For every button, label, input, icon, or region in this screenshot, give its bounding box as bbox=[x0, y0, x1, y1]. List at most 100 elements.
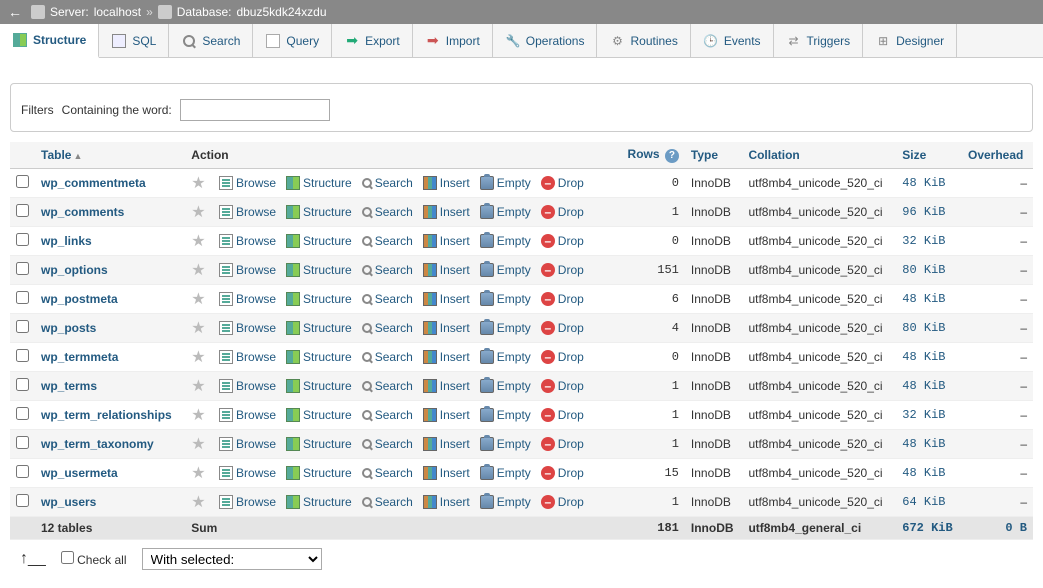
favorite-star-icon[interactable]: ★ bbox=[191, 320, 205, 337]
insert-link[interactable]: Insert bbox=[440, 466, 470, 480]
tab-search[interactable]: Search bbox=[169, 24, 253, 57]
structure-link[interactable]: Structure bbox=[303, 495, 352, 509]
structure-link[interactable]: Structure bbox=[303, 176, 352, 190]
favorite-star-icon[interactable]: ★ bbox=[191, 233, 205, 250]
tab-export[interactable]: ➡Export bbox=[332, 24, 413, 57]
table-name-link[interactable]: wp_links bbox=[41, 234, 92, 248]
empty-link[interactable]: Empty bbox=[497, 205, 531, 219]
col-collation[interactable]: Collation bbox=[742, 142, 896, 168]
search-link[interactable]: Search bbox=[375, 466, 413, 480]
table-name-link[interactable]: wp_termmeta bbox=[41, 350, 118, 364]
table-name-link[interactable]: wp_posts bbox=[41, 321, 96, 335]
search-link[interactable]: Search bbox=[375, 321, 413, 335]
empty-link[interactable]: Empty bbox=[497, 466, 531, 480]
drop-link[interactable]: Drop bbox=[558, 292, 584, 306]
row-checkbox[interactable] bbox=[16, 494, 29, 507]
database-link[interactable]: dbuz5kdk24xzdu bbox=[236, 5, 326, 19]
empty-link[interactable]: Empty bbox=[497, 350, 531, 364]
back-arrow-icon[interactable]: ← bbox=[8, 4, 22, 20]
check-all-checkbox[interactable] bbox=[61, 551, 74, 564]
structure-link[interactable]: Structure bbox=[303, 408, 352, 422]
browse-link[interactable]: Browse bbox=[236, 379, 276, 393]
browse-link[interactable]: Browse bbox=[236, 176, 276, 190]
browse-link[interactable]: Browse bbox=[236, 437, 276, 451]
favorite-star-icon[interactable]: ★ bbox=[191, 494, 205, 511]
drop-link[interactable]: Drop bbox=[558, 379, 584, 393]
row-checkbox[interactable] bbox=[16, 349, 29, 362]
browse-link[interactable]: Browse bbox=[236, 350, 276, 364]
table-name-link[interactable]: wp_users bbox=[41, 495, 96, 509]
drop-link[interactable]: Drop bbox=[558, 408, 584, 422]
tab-operations[interactable]: 🔧Operations bbox=[493, 24, 598, 57]
favorite-star-icon[interactable]: ★ bbox=[191, 291, 205, 308]
empty-link[interactable]: Empty bbox=[497, 379, 531, 393]
row-checkbox[interactable] bbox=[16, 204, 29, 217]
table-name-link[interactable]: wp_options bbox=[41, 263, 108, 277]
row-checkbox[interactable] bbox=[16, 436, 29, 449]
structure-link[interactable]: Structure bbox=[303, 234, 352, 248]
favorite-star-icon[interactable]: ★ bbox=[191, 204, 205, 221]
row-checkbox[interactable] bbox=[16, 291, 29, 304]
insert-link[interactable]: Insert bbox=[440, 350, 470, 364]
search-link[interactable]: Search bbox=[375, 495, 413, 509]
tab-query[interactable]: Query bbox=[253, 24, 332, 57]
help-icon[interactable]: ? bbox=[665, 149, 679, 163]
insert-link[interactable]: Insert bbox=[440, 437, 470, 451]
search-link[interactable]: Search bbox=[375, 292, 413, 306]
favorite-star-icon[interactable]: ★ bbox=[191, 175, 205, 192]
filter-input[interactable] bbox=[180, 99, 330, 121]
table-name-link[interactable]: wp_commentmeta bbox=[41, 176, 146, 190]
browse-link[interactable]: Browse bbox=[236, 321, 276, 335]
drop-link[interactable]: Drop bbox=[558, 466, 584, 480]
empty-link[interactable]: Empty bbox=[497, 321, 531, 335]
drop-link[interactable]: Drop bbox=[558, 321, 584, 335]
insert-link[interactable]: Insert bbox=[440, 176, 470, 190]
browse-link[interactable]: Browse bbox=[236, 234, 276, 248]
row-checkbox[interactable] bbox=[16, 465, 29, 478]
row-checkbox[interactable] bbox=[16, 378, 29, 391]
insert-link[interactable]: Insert bbox=[440, 205, 470, 219]
favorite-star-icon[interactable]: ★ bbox=[191, 378, 205, 395]
empty-link[interactable]: Empty bbox=[497, 234, 531, 248]
structure-link[interactable]: Structure bbox=[303, 437, 352, 451]
tab-sql[interactable]: SQL bbox=[99, 24, 169, 57]
drop-link[interactable]: Drop bbox=[558, 263, 584, 277]
browse-link[interactable]: Browse bbox=[236, 263, 276, 277]
favorite-star-icon[interactable]: ★ bbox=[191, 407, 205, 424]
table-name-link[interactable]: wp_usermeta bbox=[41, 466, 118, 480]
favorite-star-icon[interactable]: ★ bbox=[191, 436, 205, 453]
table-name-link[interactable]: wp_comments bbox=[41, 205, 124, 219]
drop-link[interactable]: Drop bbox=[558, 234, 584, 248]
tab-triggers[interactable]: ⇄Triggers bbox=[774, 24, 864, 57]
col-type[interactable]: Type bbox=[685, 142, 743, 168]
insert-link[interactable]: Insert bbox=[440, 495, 470, 509]
server-link[interactable]: localhost bbox=[94, 5, 141, 19]
insert-link[interactable]: Insert bbox=[440, 234, 470, 248]
empty-link[interactable]: Empty bbox=[497, 408, 531, 422]
drop-link[interactable]: Drop bbox=[558, 205, 584, 219]
favorite-star-icon[interactable]: ★ bbox=[191, 262, 205, 279]
empty-link[interactable]: Empty bbox=[497, 176, 531, 190]
search-link[interactable]: Search bbox=[375, 263, 413, 277]
empty-link[interactable]: Empty bbox=[497, 495, 531, 509]
browse-link[interactable]: Browse bbox=[236, 292, 276, 306]
empty-link[interactable]: Empty bbox=[497, 437, 531, 451]
col-size[interactable]: Size bbox=[896, 142, 962, 168]
row-checkbox[interactable] bbox=[16, 175, 29, 188]
tab-structure[interactable]: Structure bbox=[0, 24, 99, 58]
search-link[interactable]: Search bbox=[375, 379, 413, 393]
insert-link[interactable]: Insert bbox=[440, 292, 470, 306]
browse-link[interactable]: Browse bbox=[236, 205, 276, 219]
insert-link[interactable]: Insert bbox=[440, 263, 470, 277]
search-link[interactable]: Search bbox=[375, 408, 413, 422]
tab-import[interactable]: ➡Import bbox=[413, 24, 493, 57]
insert-link[interactable]: Insert bbox=[440, 408, 470, 422]
check-all-wrapper[interactable]: Check all bbox=[61, 551, 127, 567]
drop-link[interactable]: Drop bbox=[558, 176, 584, 190]
drop-link[interactable]: Drop bbox=[558, 437, 584, 451]
structure-link[interactable]: Structure bbox=[303, 379, 352, 393]
search-link[interactable]: Search bbox=[375, 234, 413, 248]
col-overhead[interactable]: Overhead bbox=[962, 142, 1033, 168]
browse-link[interactable]: Browse bbox=[236, 495, 276, 509]
structure-link[interactable]: Structure bbox=[303, 205, 352, 219]
